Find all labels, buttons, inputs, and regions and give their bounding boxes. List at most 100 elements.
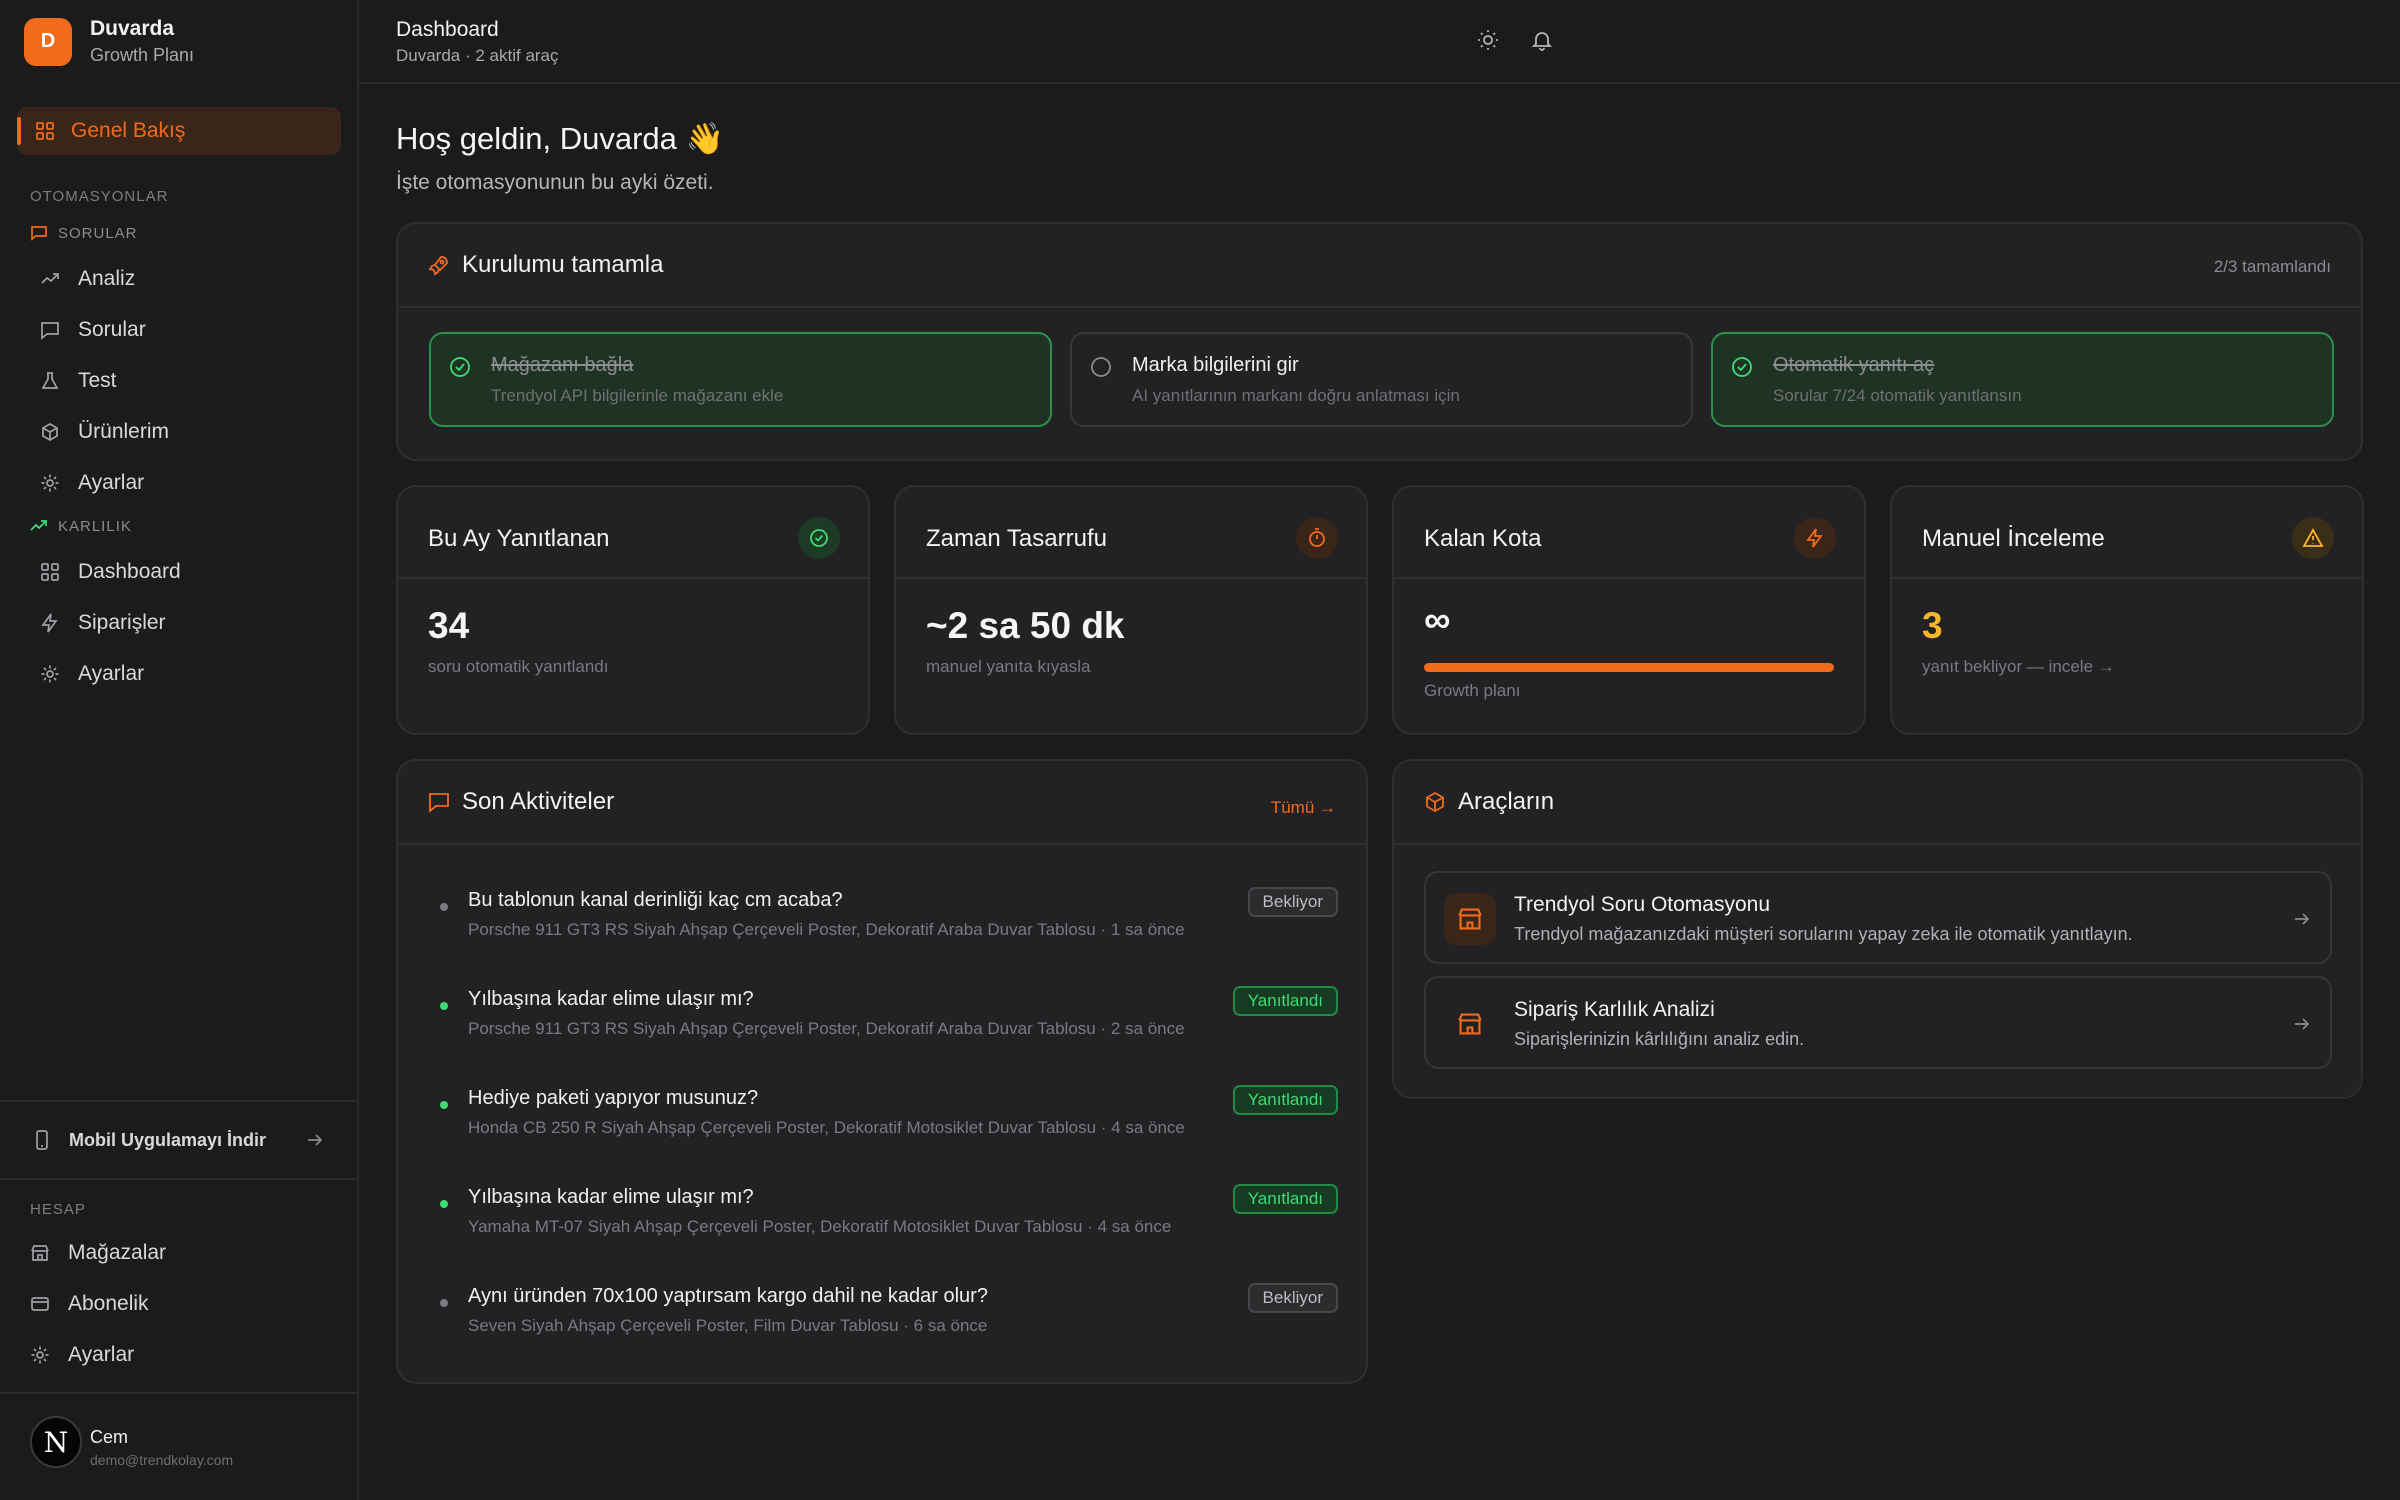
- stat-card-manual-review[interactable]: Manuel İnceleme 3 yanıt bekliyor — incel…: [1890, 485, 2364, 735]
- setup-progress: 2/3 tamamlandı: [2213, 257, 2331, 276]
- user-profile[interactable]: N Cem demo@trendkolay.com: [0, 1392, 357, 1500]
- group-questions-label: SORULAR: [58, 224, 138, 242]
- mobile-app-label: Mobil Uygulamayı İndir: [69, 1129, 267, 1150]
- activity-meta: Yamaha MT-07 Siyah Ahşap Çerçeveli Poste…: [468, 1217, 1172, 1236]
- mobile-app-download[interactable]: Mobil Uygulamayı İndir: [0, 1100, 357, 1180]
- quota-progress-bar: [1424, 663, 1834, 672]
- sidebar-item-magazalar[interactable]: Mağazalar: [30, 1233, 166, 1273]
- gear-icon: [40, 664, 60, 684]
- sidebar-item-ayarlar-hesap[interactable]: Ayarlar: [30, 1335, 134, 1375]
- sidebar-item-label: Sorular: [78, 318, 146, 341]
- stat-title: Manuel İnceleme: [1922, 525, 2105, 552]
- grid-icon: [35, 121, 55, 141]
- circle-icon: [1090, 356, 1112, 378]
- user-email: demo@trendkolay.com: [90, 1452, 234, 1468]
- activity-question: Hediye paketi yapıyor musunuz?: [468, 1087, 759, 1109]
- stat-card-quota: Kalan Kota ∞ Growth planı: [1392, 485, 1866, 735]
- brand[interactable]: D Duvarda Growth Planı: [24, 17, 194, 66]
- sidebar-item-ayarlar-karlilik[interactable]: Ayarlar: [40, 654, 144, 694]
- step-description: Sorular 7/24 otomatik yanıtlansın: [1773, 386, 2022, 405]
- stat-title: Bu Ay Yanıtlanan: [428, 525, 610, 552]
- sidebar-item-abonelik[interactable]: Abonelik: [30, 1284, 149, 1324]
- sidebar-item-sorular[interactable]: Sorular: [40, 310, 146, 350]
- welcome-title: Hoş geldin, Duvarda 👋: [396, 121, 725, 156]
- activity-item[interactable]: Hediye paketi yapıyor musunuz? Honda CB …: [438, 1085, 1338, 1167]
- sidebar: D Duvarda Growth Planı Genel Bakış OTOMA…: [0, 0, 359, 1500]
- stat-label[interactable]: yanıt bekliyor — incele →: [1922, 657, 2115, 677]
- sidebar-item-overview[interactable]: Genel Bakış: [17, 107, 341, 155]
- brand-name: Duvarda: [90, 17, 175, 40]
- status-dot: [440, 903, 448, 911]
- stat-card-answered: Bu Ay Yanıtlanan 34 soru otomatik yanıtl…: [396, 485, 870, 735]
- sidebar-item-label: Ayarlar: [78, 662, 145, 685]
- tools-title: Araçların: [1424, 788, 1554, 816]
- tools-card: Araçların Trendyol Soru Otomasyonu Trend…: [1392, 759, 2363, 1099]
- view-all-link[interactable]: Tümü →: [1271, 798, 1336, 818]
- activity-question: Yılbaşına kadar elime ulaşır mı?: [468, 988, 754, 1010]
- page-subtitle: Duvarda · 2 aktif araç: [396, 46, 559, 65]
- status-dot: [440, 1002, 448, 1010]
- gear-icon: [30, 1345, 50, 1365]
- package-icon: [1424, 791, 1446, 813]
- step-title: Mağazanı bağla: [491, 354, 634, 376]
- setup-step-auto-reply[interactable]: Otomatik yanıtı aç Sorular 7/24 otomatik…: [1711, 332, 2334, 427]
- sidebar-item-label: Analiz: [78, 267, 136, 290]
- store-icon: [1444, 998, 1496, 1050]
- sidebar-item-test[interactable]: Test: [40, 361, 117, 401]
- sidebar-item-dashboard[interactable]: Dashboard: [40, 552, 181, 592]
- sidebar-item-analiz[interactable]: Analiz: [40, 259, 135, 299]
- setup-card-header: Kurulumu tamamla 2/3 tamamlandı: [398, 224, 2361, 308]
- tool-trendyol-question-automation[interactable]: Trendyol Soru Otomasyonu Trendyol mağaza…: [1424, 871, 2332, 964]
- tools-card-header: Araçların: [1394, 761, 2361, 845]
- stat-label: manuel yanıta kıyasla: [926, 657, 1091, 676]
- setup-step-brand-info[interactable]: Marka bilgilerini gir AI yanıtlarının ma…: [1070, 332, 1693, 427]
- message-icon: [30, 224, 48, 242]
- gear-icon: [40, 473, 60, 493]
- brand-logo: D: [24, 17, 72, 66]
- avatar: N: [30, 1416, 82, 1468]
- sidebar-item-label: Abonelik: [68, 1292, 149, 1315]
- sidebar-item-siparisler[interactable]: Siparişler: [40, 603, 166, 643]
- activity-question: Aynı üründen 70x100 yaptırsam kargo dahi…: [468, 1285, 988, 1307]
- activity-title-text: Son Aktiviteler: [462, 788, 615, 815]
- activity-item[interactable]: Yılbaşına kadar elime ulaşır mı? Porsche…: [438, 986, 1338, 1068]
- setup-step-connect-store[interactable]: Mağazanı bağla Trendyol API bilgilerinle…: [429, 332, 1052, 427]
- sun-icon[interactable]: [1476, 28, 1500, 52]
- status-badge: Yanıtlandı: [1232, 1085, 1338, 1115]
- flask-icon: [40, 371, 60, 391]
- activity-card-header: Son Aktiviteler Tümü →: [398, 761, 1366, 845]
- sidebar-item-label: Test: [78, 369, 117, 392]
- activity-question: Bu tablonun kanal derinliği kaç cm acaba…: [468, 889, 843, 911]
- store-icon: [1444, 893, 1496, 945]
- status-badge: Yanıtlandı: [1232, 986, 1338, 1016]
- tool-order-profit-analysis[interactable]: Sipariş Karlılık Analizi Siparişlerinizi…: [1424, 976, 2332, 1069]
- sidebar-item-urunlerim[interactable]: Ürünlerim: [40, 412, 169, 452]
- tool-description: Trendyol mağazanızdaki müşteri soruların…: [1514, 924, 2133, 944]
- stat-value: ~2 sa 50 dk: [926, 605, 1125, 646]
- store-icon: [30, 1243, 50, 1263]
- package-icon: [40, 422, 60, 442]
- activity-meta: Porsche 911 GT3 RS Siyah Ahşap Çerçeveli…: [468, 920, 1185, 939]
- sidebar-item-label: Ayarlar: [78, 471, 145, 494]
- status-dot: [440, 1200, 448, 1208]
- activity-item[interactable]: Yılbaşına kadar elime ulaşır mı? Yamaha …: [438, 1184, 1338, 1266]
- tool-title: Trendyol Soru Otomasyonu: [1514, 893, 1771, 916]
- bolt-icon: [1794, 517, 1836, 559]
- trend-icon: [40, 269, 60, 289]
- welcome-subtitle: İşte otomasyonunun bu ayki özeti.: [396, 171, 714, 194]
- phone-icon: [33, 1130, 51, 1150]
- credit-card-icon: [30, 1294, 50, 1314]
- arrow-right-icon: [2292, 909, 2312, 929]
- topbar: Dashboard Duvarda · 2 aktif araç: [359, 0, 2400, 84]
- group-profit: KARLILIK: [30, 517, 132, 535]
- bell-icon[interactable]: [1530, 28, 1554, 52]
- activity-item[interactable]: Aynı üründen 70x100 yaptırsam kargo dahi…: [438, 1283, 1338, 1365]
- check-circle-icon: [1731, 356, 1753, 378]
- stat-card-time-saved: Zaman Tasarrufu ~2 sa 50 dk manuel yanıt…: [894, 485, 1368, 735]
- activity-card: Son Aktiviteler Tümü → Bu tablonun kanal…: [396, 759, 1368, 1384]
- activity-item[interactable]: Bu tablonun kanal derinliği kaç cm acaba…: [438, 887, 1338, 969]
- sidebar-item-ayarlar-sorular[interactable]: Ayarlar: [40, 463, 144, 503]
- sidebar-item-label: Mağazalar: [68, 1241, 167, 1264]
- tool-description: Siparişlerinizin kârlılığını analiz edin…: [1514, 1029, 1805, 1049]
- tool-title: Sipariş Karlılık Analizi: [1514, 998, 1715, 1021]
